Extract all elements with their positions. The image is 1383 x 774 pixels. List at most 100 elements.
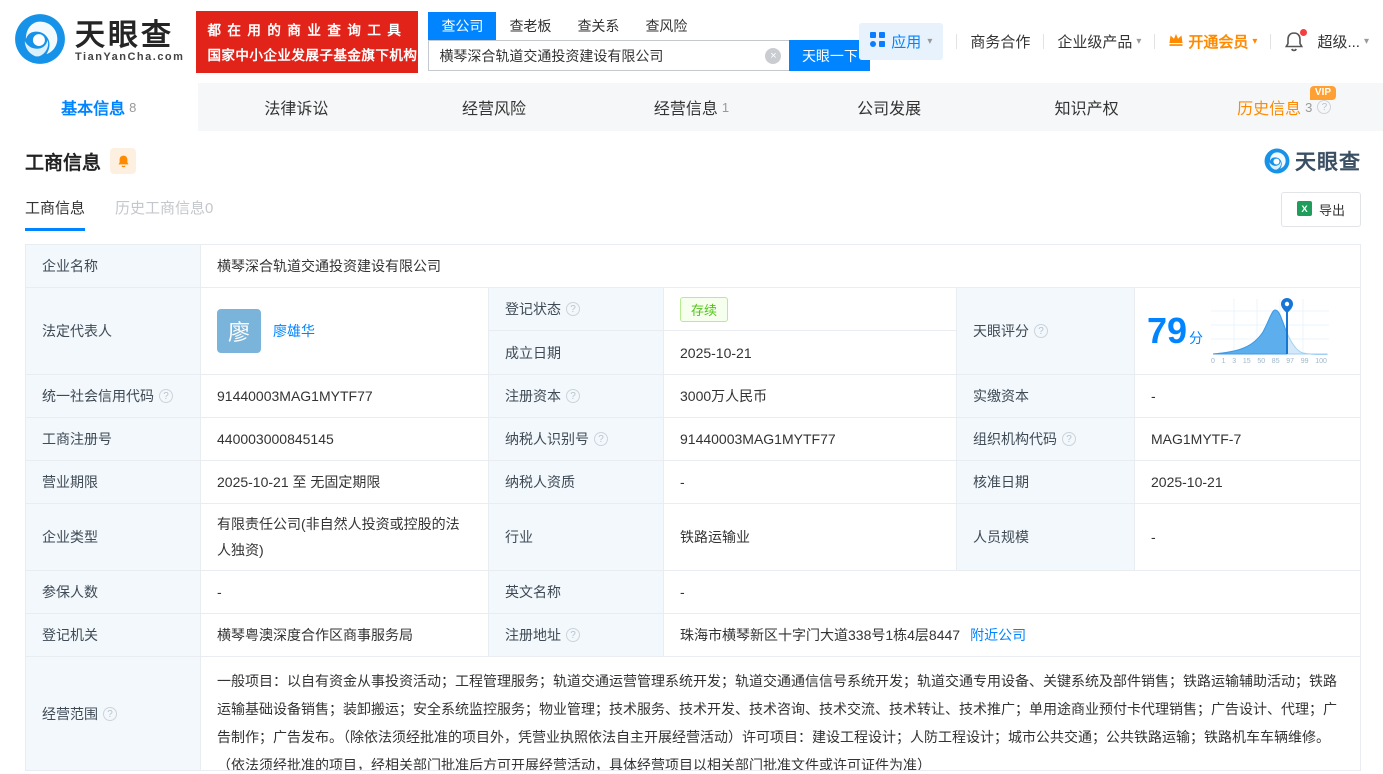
label-registered-address: 注册地址? — [489, 614, 664, 657]
company-tab-bar: 基本信息 8 法律诉讼 经营风险 经营信息 1 公司发展 知识产权 VIP 历史… — [0, 83, 1383, 131]
tab-legal-proceedings[interactable]: 法律诉讼 — [198, 83, 396, 131]
value-approval-date: 2025-10-21 — [1135, 461, 1360, 504]
search-button[interactable]: 天眼一下 — [789, 40, 871, 71]
section-title: 工商信息 — [25, 152, 102, 174]
label-tianyan-score: 天眼评分? — [957, 288, 1135, 375]
tab-intellectual-property[interactable]: 知识产权 — [988, 83, 1186, 131]
help-icon[interactable]: ? — [159, 389, 173, 403]
subtab-history-business-info[interactable]: 历史工商信息0 — [115, 197, 213, 231]
tab-operating-risk[interactable]: 经营风险 — [395, 83, 593, 131]
value-establish-date: 2025-10-21 — [664, 331, 957, 375]
business-info-table: 企业名称 横琴深合轨道交通投资建设有限公司 法定代表人 廖 廖雄华 登记状态? … — [25, 244, 1361, 771]
notification-bell-icon[interactable] — [1284, 28, 1308, 53]
help-icon[interactable]: ? — [1062, 432, 1076, 446]
score-chart-axis: 0 1 3 15 50 85 97 99 100 — [1211, 358, 1327, 365]
help-icon[interactable]: ? — [1034, 324, 1048, 338]
divider — [1043, 34, 1045, 49]
value-org-code: MAG1MYTF-7 — [1135, 418, 1360, 461]
status-badge: 存续 — [680, 296, 729, 322]
help-icon[interactable]: ? — [566, 389, 580, 403]
help-icon[interactable]: ? — [594, 432, 608, 446]
nav-enterprise-label: 企业级产品 — [1057, 34, 1133, 51]
watermark-logo: 天眼查 — [1264, 146, 1361, 176]
value-company-type: 有限责任公司(非自然人投资或控股的法人独资) — [201, 504, 489, 571]
tab-company-development[interactable]: 公司发展 — [790, 83, 988, 131]
export-label: 导出 — [1318, 203, 1345, 218]
excel-icon: X — [1296, 200, 1312, 219]
divider — [956, 34, 958, 49]
chevron-down-icon: ▾ — [1136, 36, 1142, 47]
subtab-business-info[interactable]: 工商信息 — [25, 197, 86, 231]
avatar[interactable]: 廖 — [217, 309, 261, 353]
chevron-down-icon: ▾ — [1252, 36, 1258, 47]
tab-operating-info[interactable]: 经营信息 1 — [593, 83, 791, 131]
label-paid-capital: 实缴资本 — [957, 375, 1135, 418]
label-company-name: 企业名称 — [26, 245, 201, 288]
score-distribution-chart: 0 1 3 15 50 85 97 99 100 — [1211, 297, 1330, 365]
search-tab-company[interactable]: 查公司 — [428, 12, 497, 40]
legal-representative-link[interactable]: 廖雄华 — [273, 321, 315, 341]
value-credit-code: 91440003MAG1MYTF77 — [201, 375, 489, 418]
section-header: 工商信息 天眼查 — [0, 146, 1383, 176]
tab-label: 公司发展 — [857, 101, 922, 118]
value-paid-capital: - — [1135, 375, 1360, 418]
value-taxpayer-id: 91440003MAG1MYTF77 — [664, 418, 957, 461]
vip-badge: VIP — [1309, 86, 1337, 100]
subtab-row: 工商信息 历史工商信息0 X 导出 — [0, 192, 1383, 231]
tab-label: 知识产权 — [1054, 101, 1119, 118]
search-tab-relation[interactable]: 查关系 — [564, 12, 632, 40]
value-registered-address: 珠海市横琴新区十字门大道338号1栋4层8447 附近公司 — [664, 614, 1360, 657]
search-tab-risk[interactable]: 查风险 — [632, 12, 700, 40]
tab-count: 1 — [721, 99, 730, 115]
help-icon[interactable]: ? — [103, 706, 117, 721]
value-company-name: 横琴深合轨道交通投资建设有限公司 — [201, 245, 1360, 288]
label-credit-code: 统一社会信用代码? — [26, 375, 201, 418]
value-staff-size: - — [1135, 504, 1360, 571]
tab-basic-info[interactable]: 基本信息 8 — [0, 83, 198, 131]
label-insured-count: 参保人数 — [26, 571, 201, 614]
nav-enterprise-products[interactable]: 企业级产品 ▾ — [1057, 31, 1141, 52]
label-taxpayer-quality: 纳税人资质 — [489, 461, 664, 504]
logo-title: 天眼查 — [75, 18, 174, 52]
value-taxpayer-quality: - — [664, 461, 957, 504]
label-approval-date: 核准日期 — [957, 461, 1135, 504]
divider — [1154, 34, 1156, 49]
nearby-companies-link[interactable]: 附近公司 — [970, 625, 1026, 645]
subscribe-bell-icon[interactable] — [110, 148, 137, 174]
nav-open-vip[interactable]: 开通会员 ▾ — [1168, 31, 1257, 52]
help-icon[interactable]: ? — [566, 302, 580, 316]
tab-count: 8 — [129, 99, 137, 115]
tab-count: 3 — [1305, 99, 1313, 115]
search-block: 查公司 查老板 查关系 查风险 × 天眼一下 — [428, 12, 871, 71]
svg-text:X: X — [1301, 204, 1308, 215]
tab-label: 经营风险 — [461, 101, 526, 118]
label-registration-number: 工商注册号 — [26, 418, 201, 461]
promo-line1: 都在用的商业查询工具 — [207, 23, 408, 38]
value-registration-status: 存续 — [664, 288, 957, 331]
search-tab-boss[interactable]: 查老板 — [496, 12, 564, 40]
search-tabs: 查公司 查老板 查关系 查风险 — [428, 12, 870, 40]
value-legal-representative: 廖 廖雄华 — [201, 288, 489, 375]
value-registration-number: 440003000845145 — [201, 418, 489, 461]
label-business-term: 营业期限 — [26, 461, 201, 504]
value-registered-capital: 3000万人民币 — [664, 375, 957, 418]
tab-history-info[interactable]: VIP 历史信息 3 ? — [1185, 83, 1383, 131]
tab-label: 经营信息 — [653, 101, 718, 118]
tianyancha-logo[interactable]: 天眼查 TianYanCha.com — [14, 13, 184, 70]
value-tianyan-score: 79 分 0 1 3 15 50 85 97 99 100 — [1135, 288, 1360, 375]
tianyancha-logo-icon — [14, 13, 66, 70]
tab-label: 历史信息 — [1237, 101, 1302, 118]
help-icon[interactable]: ? — [566, 628, 580, 642]
value-english-name: - — [664, 571, 1360, 614]
promo-banner: 都在用的商业查询工具 国家中小企业发展子基金旗下机构 — [196, 10, 419, 73]
nav-super-vip[interactable]: 超级... ▾ — [1317, 31, 1369, 52]
tab-label: 法律诉讼 — [264, 101, 329, 118]
export-button[interactable]: X 导出 — [1280, 192, 1361, 227]
logo-domain: TianYanCha.com — [75, 51, 185, 64]
nav-cooperation[interactable]: 商务合作 — [970, 31, 1030, 52]
help-icon[interactable]: ? — [1317, 100, 1332, 114]
search-input[interactable] — [428, 40, 790, 71]
label-english-name: 英文名称 — [489, 571, 664, 614]
label-company-type: 企业类型 — [26, 504, 201, 571]
apps-menu[interactable]: 应用 ▾ — [859, 23, 944, 60]
